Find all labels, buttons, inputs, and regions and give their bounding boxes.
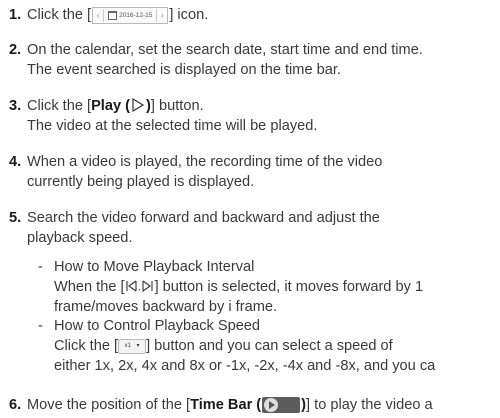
step-text: ] button is selected, it moves forward b… <box>154 279 424 295</box>
chevron-down-icon: ▾ <box>136 343 140 350</box>
step-text: Search the video forward and backward an… <box>27 210 380 226</box>
step-4: 4. When a video is played, the recording … <box>9 152 382 192</box>
step-text: When the [ <box>54 279 125 295</box>
calendar-icon <box>108 10 118 20</box>
step-text: Click the [ <box>27 98 92 114</box>
play-button-label: Play ( <box>91 98 131 114</box>
step-text: playback speed. <box>27 230 133 246</box>
chevron-left-icon: ‹ <box>96 10 100 20</box>
step-number: 3. <box>9 98 22 114</box>
bullet-dash: - <box>38 259 43 275</box>
step-text: The event searched is displayed on the t… <box>27 62 341 78</box>
frame-step-icons: , <box>126 280 153 293</box>
step-text: Click the [ <box>27 7 92 23</box>
sub-line: either 1x, 2x, 4x and 8x or -1x, -2x, -4… <box>54 358 436 374</box>
step-1: 1. Click the [ ‹ 2016-12-15 › ] icon. <box>9 5 208 25</box>
step-6: 6. Move the position of the [Time Bar ()]… <box>9 395 433 415</box>
step-number: 4. <box>9 154 22 170</box>
step-text: Move the position of the [ <box>27 397 191 413</box>
svg-text:,: , <box>138 282 141 292</box>
sub-line: When the [, ] button is selected, it move… <box>54 277 423 297</box>
step-number: 5. <box>9 210 22 226</box>
sub-title: How to Control Playback Speed <box>54 318 261 334</box>
speed-dropdown-icon: x1 ▾ <box>118 338 147 354</box>
speed-label: x1 <box>124 343 131 350</box>
date-navigator-icon: ‹ 2016-12-15 › <box>92 6 169 24</box>
timebar-play-icon <box>262 397 301 413</box>
date-label: 2016-12-15 <box>119 11 153 19</box>
step-text: On the calendar, set the search date, st… <box>27 42 423 58</box>
step-number: 1. <box>9 7 22 23</box>
play-triangle-icon <box>132 98 145 112</box>
step-2: 2. On the calendar, set the search date, … <box>9 40 423 80</box>
step-number: 6. <box>9 397 22 413</box>
step-text: Click the [ <box>54 338 119 354</box>
step-text: When a video is played, the recording ti… <box>27 154 383 170</box>
sub-line: Click the [ x1 ▾ ] button and you can selec… <box>54 336 393 356</box>
step-text: ] button and you can select a speed of <box>146 338 393 354</box>
step-text: currently being played is displayed. <box>27 174 255 190</box>
step-text: ] icon. <box>169 7 209 23</box>
step-5: 5. Search the video forward and backward … <box>9 208 380 248</box>
manual-page: 1. Click the [ ‹ 2016-12-15 › ] icon. 2. On th… <box>0 0 500 418</box>
sub-title: How to Move Playback Interval <box>54 259 255 275</box>
step-number: 2. <box>9 42 22 58</box>
bullet-dash: - <box>38 318 43 334</box>
sub-line: frame/moves backward by i frame. <box>54 299 278 315</box>
chevron-right-icon: › <box>160 10 164 20</box>
step-3: 3. Click the [Play ()] button. The video … <box>9 96 317 136</box>
step-text: ] to play the video a <box>306 397 433 413</box>
step-text: The video at the selected time will be p… <box>27 118 318 134</box>
timebar-label: Time Bar ( <box>190 397 262 413</box>
step-text: ] button. <box>150 98 204 114</box>
